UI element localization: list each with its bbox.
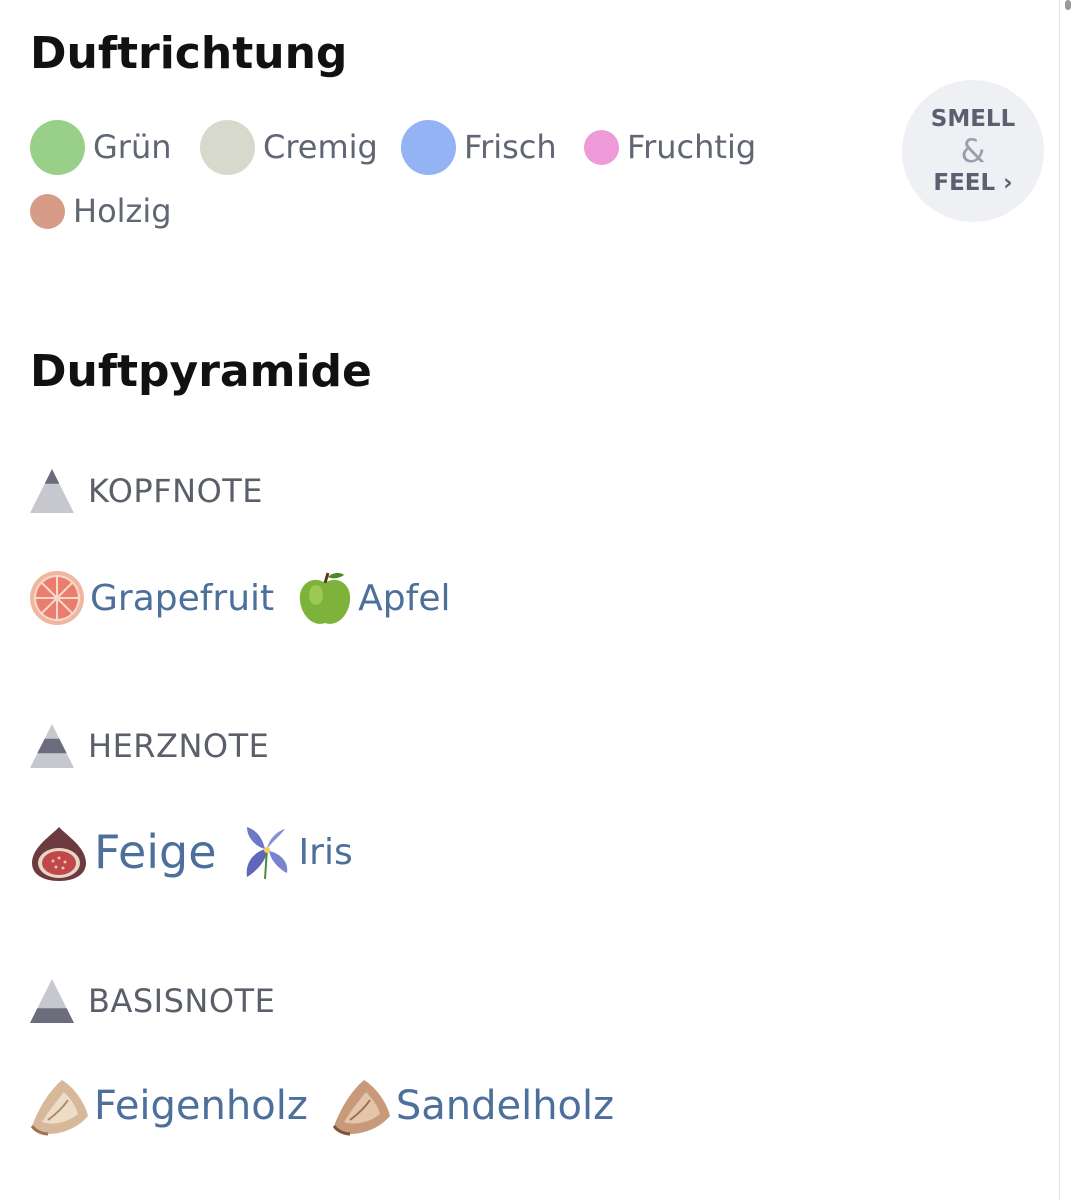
ampersand-label: & [960, 132, 986, 170]
heart-note-ingredients: Feige Iris [28, 822, 375, 882]
scent-family-fruity: Fruchtig [584, 119, 756, 175]
ingredient-label: Feige [94, 825, 217, 879]
apple-icon [300, 572, 351, 624]
heart-note-header: HERZNOTE [30, 722, 269, 770]
ingredient-label: Grapefruit [90, 577, 275, 619]
fig-icon [32, 827, 86, 881]
scent-family-label: Cremig [263, 128, 378, 166]
scent-family-woody: Holzig [30, 183, 172, 239]
top-note-label: KOPFNOTE [88, 472, 264, 510]
scent-family-creamy: Cremig [200, 119, 378, 175]
base-note-header: BASISNOTE [30, 977, 275, 1025]
ingredient-label: Iris [298, 831, 353, 873]
ingredient-label: Sandelholz [395, 1083, 615, 1129]
creamy-dot-icon [200, 119, 255, 175]
scent-family-fresh: Frisch [401, 119, 557, 175]
wood-icon [30, 1080, 88, 1136]
base-note-label: BASISNOTE [88, 982, 276, 1020]
smell-label: SMELL [930, 106, 1016, 132]
green-dot-icon [30, 119, 85, 175]
grapefruit-icon [30, 571, 84, 625]
ingredient-apple[interactable]: Apfel [296, 569, 450, 627]
scent-family-label: Fruchtig [627, 128, 757, 166]
fragrance-pyramid-title: Duftpyramide [30, 346, 372, 397]
iris-icon [246, 827, 287, 880]
ingredient-label: Feigenholz [94, 1083, 308, 1129]
scent-family-label: Holzig [73, 192, 172, 230]
scroll-thumb[interactable] [1065, 0, 1071, 10]
scent-family-green: Grün [30, 119, 172, 175]
pyramid-top-icon [30, 469, 74, 513]
scent-family-label: Grün [93, 128, 172, 166]
wood-icon [332, 1080, 390, 1136]
ingredient-fig[interactable]: Feige [28, 821, 217, 883]
fruity-dot-icon [584, 129, 619, 165]
ingredient-iris[interactable]: Iris [239, 823, 353, 881]
base-note-ingredients: Feigenholz Sandelholz [28, 1076, 636, 1136]
ingredient-label: Apfel [358, 577, 451, 619]
top-note-header: KOPFNOTE [30, 467, 263, 515]
heart-note-label: HERZNOTE [88, 727, 270, 765]
smell-and-feel-button[interactable]: SMELL & FEEL › [902, 80, 1044, 222]
fresh-dot-icon [401, 119, 456, 175]
ingredient-grapefruit[interactable]: Grapefruit [28, 569, 274, 627]
ingredient-sandalwood[interactable]: Sandelholz [330, 1076, 614, 1136]
ingredient-fig-wood[interactable]: Feigenholz [28, 1076, 308, 1136]
top-note-ingredients: Grapefruit Apfel [28, 568, 472, 628]
pyramid-middle-icon [30, 724, 74, 768]
scent-family-label: Frisch [464, 128, 557, 166]
woody-dot-icon [30, 193, 65, 229]
scent-direction-title: Duftrichtung [30, 28, 348, 79]
feel-label: FEEL › [933, 170, 1013, 196]
pyramid-bottom-icon [30, 979, 74, 1023]
scrollbar[interactable] [1059, 0, 1076, 1200]
